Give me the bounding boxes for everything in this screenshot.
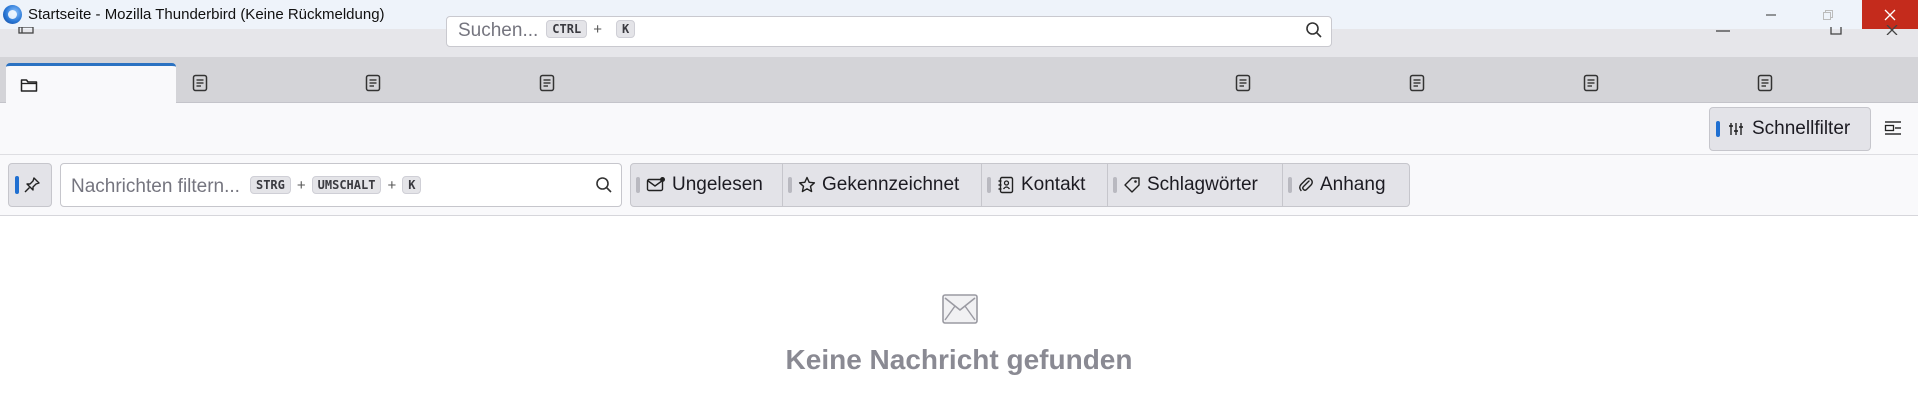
- document-icon: [1409, 74, 1425, 92]
- close-icon[interactable]: [1886, 25, 1900, 35]
- empty-state-message: Keine Nachricht gefunden: [785, 344, 1133, 375]
- filter-attachment-label: Anhang: [1320, 174, 1386, 195]
- paperclip-icon: [1299, 177, 1313, 192]
- envelope-icon: [942, 294, 978, 324]
- folder-icon: [20, 79, 38, 92]
- global-search-input[interactable]: Suchen... CTRL + K: [446, 16, 1332, 47]
- window-title: Startseite - Mozilla Thunderbird (Keine …: [28, 6, 385, 23]
- filter-contact-label: Kontakt: [1021, 174, 1086, 195]
- tab-message-4[interactable]: [1221, 63, 1391, 103]
- filter-tags-button[interactable]: Schlagwörter: [1108, 164, 1283, 206]
- tab-message-6[interactable]: [1569, 63, 1739, 103]
- quick-filter-bar: Nachrichten filtern... STRG + UMSCHALT + K Un…: [0, 155, 1918, 216]
- search-icon[interactable]: [595, 176, 613, 194]
- toggle-indicator: [1113, 177, 1117, 193]
- pin-icon: [24, 177, 40, 193]
- tab-message-1[interactable]: [178, 63, 348, 103]
- thread-pane-header: Schnellfilter: [0, 103, 1918, 155]
- restore-icon: [1823, 9, 1833, 20]
- address-book-icon: [998, 176, 1014, 194]
- document-icon: [1583, 74, 1599, 92]
- toggle-indicator: [788, 177, 792, 193]
- tab-message-3[interactable]: [525, 63, 695, 103]
- document-icon: [539, 74, 555, 92]
- filter-unread-label: Ungelesen: [672, 174, 763, 195]
- minimize-button[interactable]: [1743, 0, 1799, 29]
- filter-starred-label: Gekennzeichnet: [822, 174, 960, 195]
- tab-message-7[interactable]: [1743, 63, 1913, 103]
- tab-home[interactable]: [6, 63, 176, 104]
- filter-unread-button[interactable]: Ungelesen: [631, 164, 783, 206]
- document-icon: [365, 74, 381, 92]
- message-filter-placeholder: Nachrichten filtern... STRG + UMSCHALT + K: [71, 176, 422, 198]
- maximize-button[interactable]: [1800, 0, 1856, 29]
- minimize-icon: [1766, 14, 1776, 15]
- thunderbird-logo-icon: [3, 5, 22, 24]
- star-icon: [798, 176, 816, 193]
- search-icon[interactable]: [1305, 21, 1323, 39]
- shortcut-key: K: [615, 20, 636, 38]
- global-search-placeholder: Suchen... CTRL + K: [458, 20, 636, 42]
- document-icon: [1235, 74, 1251, 92]
- document-icon: [192, 74, 208, 92]
- thread-list-empty-state: Keine Nachricht gefunden: [0, 216, 1918, 413]
- minimize-icon[interactable]: [1716, 29, 1730, 33]
- shortcut-key: K: [402, 176, 422, 194]
- toggle-indicator: [987, 177, 991, 193]
- filter-contact-button[interactable]: Kontakt: [982, 164, 1108, 206]
- toggle-indicator: [15, 176, 19, 194]
- tab-message-2[interactable]: [351, 63, 521, 103]
- display-options-icon[interactable]: [1884, 119, 1902, 137]
- close-icon: [1884, 9, 1896, 20]
- document-icon: [1757, 74, 1773, 92]
- quick-filter-label: Schnellfilter: [1752, 118, 1851, 139]
- sliders-icon: [1729, 123, 1743, 135]
- tag-icon: [1124, 177, 1140, 193]
- filter-tags-label: Schlagwörter: [1147, 174, 1258, 195]
- message-filter-input[interactable]: Nachrichten filtern... STRG + UMSCHALT + K: [60, 163, 622, 207]
- quick-filter-toggle-button[interactable]: Schnellfilter: [1709, 107, 1871, 151]
- filter-starred-button[interactable]: Gekennzeichnet: [783, 164, 982, 206]
- shortcut-key: CTRL: [546, 20, 588, 38]
- toggle-indicator: [636, 177, 640, 193]
- sticky-filter-button[interactable]: [8, 163, 52, 207]
- shortcut-key: UMSCHALT: [311, 176, 382, 194]
- filter-button-group: Ungelesen Gekennzeichnet Kontakt Schlagw…: [630, 163, 1410, 207]
- tab-message-5[interactable]: [1395, 63, 1565, 103]
- restore-icon[interactable]: [1829, 27, 1843, 35]
- shortcut-key: STRG: [249, 176, 291, 194]
- unread-envelope-icon: [646, 177, 665, 192]
- toggle-indicator: [1716, 121, 1720, 137]
- filter-attachment-button[interactable]: Anhang: [1283, 164, 1409, 206]
- toggle-indicator: [1288, 177, 1292, 193]
- tab-strip: [0, 57, 1918, 104]
- spaces-menu-icon[interactable]: [18, 27, 34, 35]
